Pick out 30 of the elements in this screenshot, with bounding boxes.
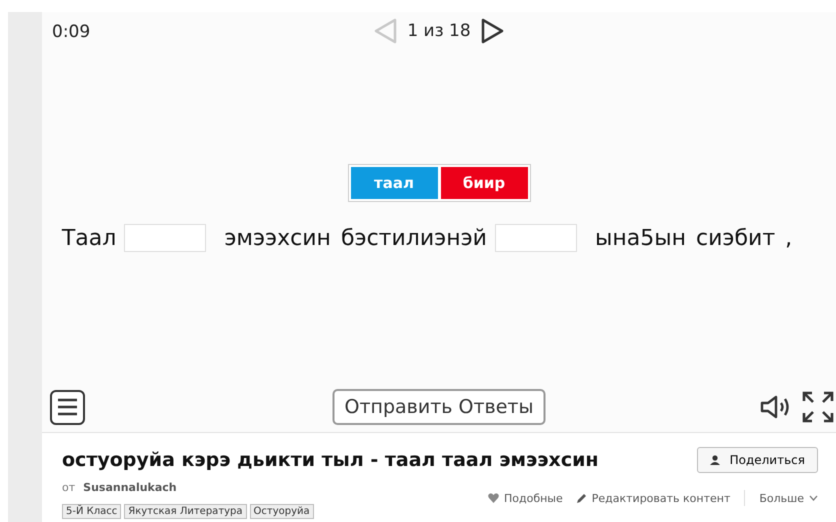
timer: 0:09 (52, 22, 90, 42)
tag[interactable]: 5-Й Класс (62, 504, 122, 519)
drop-field[interactable] (494, 224, 577, 252)
sentence-word: , (785, 226, 792, 250)
share-button[interactable]: Поделиться (696, 447, 818, 473)
page-counter: 1 из 18 (407, 21, 471, 41)
next-icon[interactable] (480, 18, 505, 44)
sentence-word: бэстилиэнэй (340, 226, 487, 250)
author-link[interactable]: Susannalukach (83, 481, 177, 494)
fullscreen-icon[interactable] (802, 391, 834, 423)
menu-button[interactable] (50, 390, 85, 424)
more-link[interactable]: Больше (759, 492, 818, 504)
edit-link[interactable]: Редактировать контент (576, 492, 730, 504)
activity-title: остуоруйа кэрэ дьикти тыл - таал таал эмээхсин (62, 449, 599, 471)
drop-field[interactable] (124, 224, 206, 252)
sentence-word: ына5ын (594, 226, 686, 250)
heart-icon (488, 493, 499, 503)
tag[interactable]: Якутская Литература (124, 504, 247, 519)
sentence-word: сиэбит (696, 226, 776, 250)
answer-card[interactable]: биир (440, 167, 528, 199)
similar-link[interactable]: Подобные (488, 492, 563, 504)
tag[interactable]: Остуоруйа (250, 504, 314, 519)
by-label: от (62, 481, 76, 494)
submit-button[interactable]: Отправить Ответы (332, 389, 546, 425)
menu-icon (57, 398, 78, 416)
sentence-word: Таал (62, 226, 116, 250)
person-icon (710, 455, 722, 465)
pencil-icon (576, 493, 587, 503)
sentence-word: эмээхсин (224, 226, 331, 250)
chevron-icon (809, 495, 818, 501)
